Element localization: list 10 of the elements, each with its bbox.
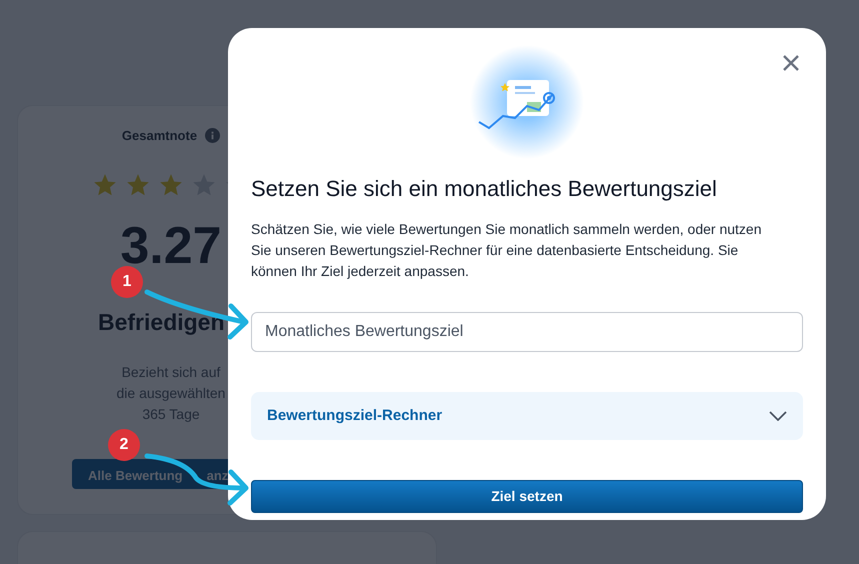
dialog-description: Schätzen Sie, wie viele Bewertungen Sie monatlich sammeln werden, oder nutzen Sie unseren Bewertungsziel-Rechner für eine datenbasierte Entscheidung. Sie können Ihr Ziel jederzeit anpassen. <box>251 220 763 281</box>
chevron-icon <box>769 411 787 421</box>
close-icon[interactable] <box>782 54 800 72</box>
rating-verdict: Befriedigen <box>98 308 225 334</box>
calculator-accordion[interactable]: Bewertungsziel-Rechner <box>251 392 803 440</box>
card-title: Gesamtnote <box>122 127 198 145</box>
dialog-title: Setzen Sie sich ein monatliches Bewertungsziel <box>251 175 718 203</box>
score: 3.27 <box>120 226 222 266</box>
set-goal-button[interactable]: Ziel setzen <box>251 480 803 513</box>
goal-input-field[interactable]: Monatliches Bewertungsziel <box>251 312 803 352</box>
